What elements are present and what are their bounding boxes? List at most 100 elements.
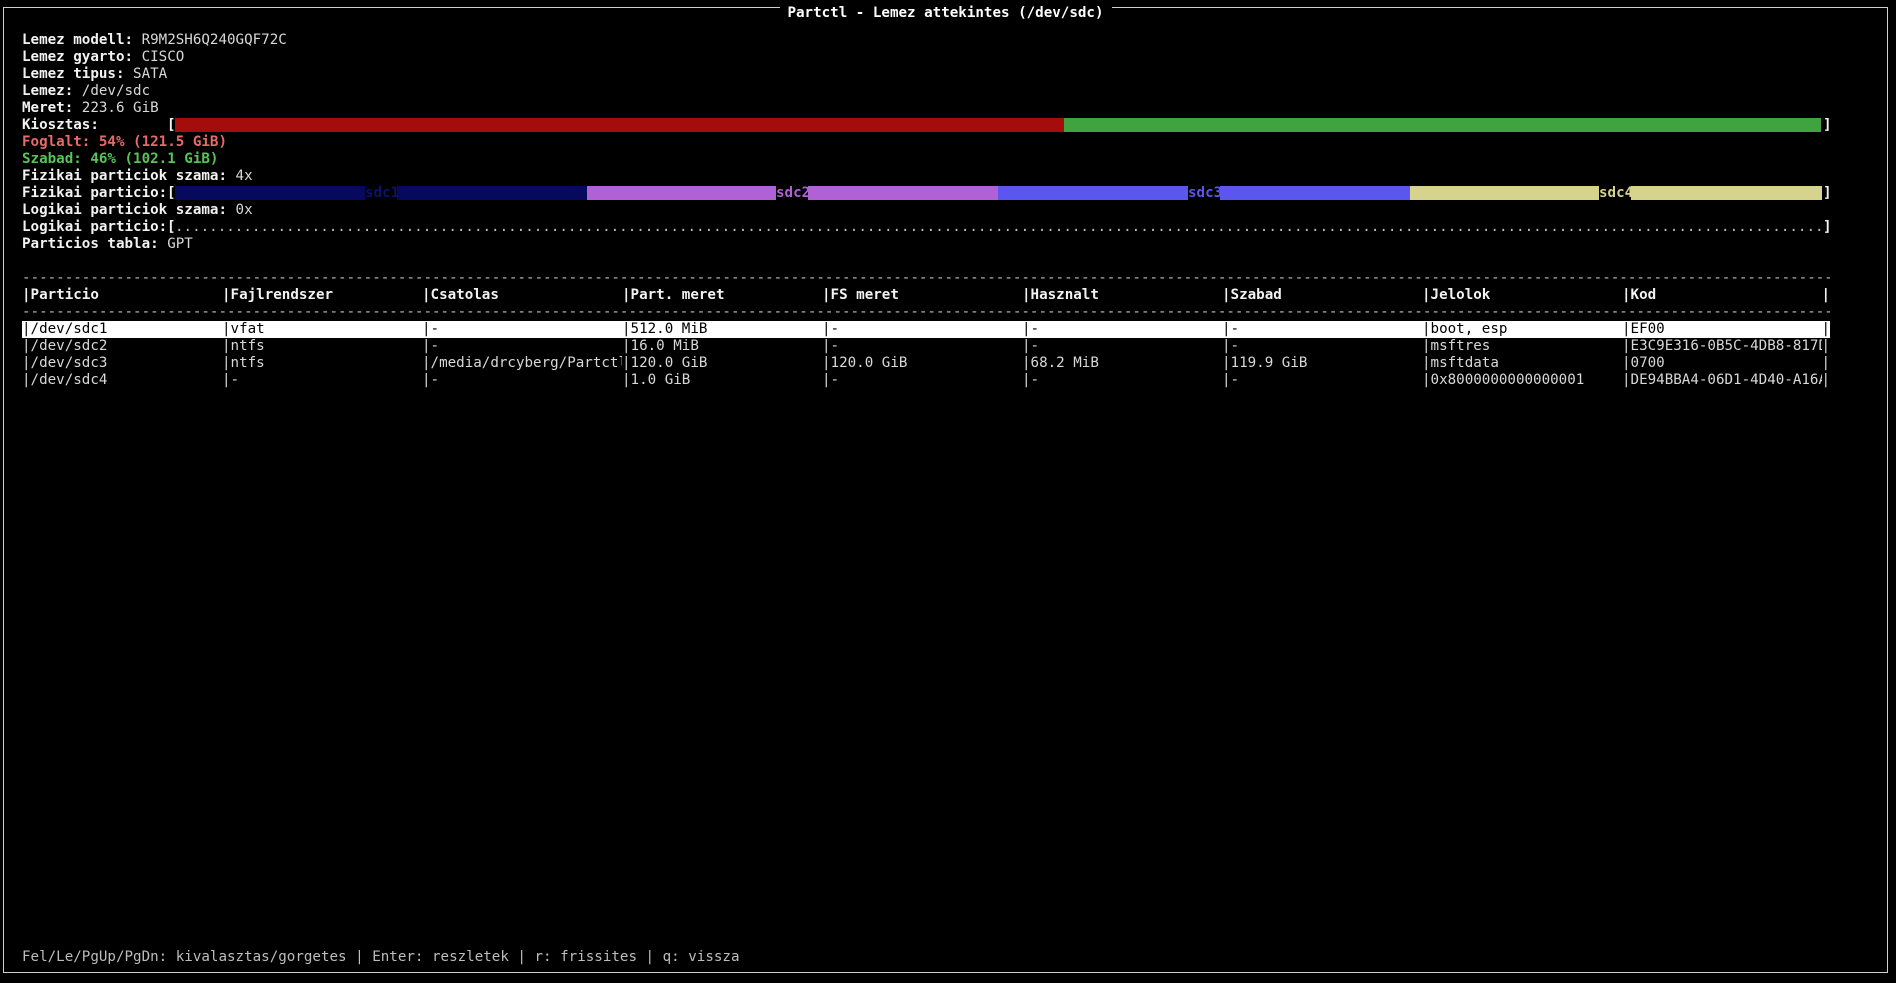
cell-fs-size: |- xyxy=(822,321,840,337)
row-end-marker: | xyxy=(1821,287,1830,303)
cell-partition: |/dev/sdc3 xyxy=(22,355,108,371)
cell-free: |- xyxy=(1222,372,1240,388)
cell-code: |EF00 xyxy=(1622,321,1665,337)
window-title: Partctl - Lemez attekintes (/dev/sdc) xyxy=(779,6,1112,20)
cell-filesystem: |vfat xyxy=(222,321,265,337)
cell-mount: |- xyxy=(422,338,440,354)
table-header-row: |Particio |Fajlrendszer |Csatolas |Part.… xyxy=(22,287,1830,304)
disk-model-line: Lemez modell: R9M2SH6Q240GQF72C xyxy=(22,32,287,49)
cell-filesystem: |- xyxy=(222,372,240,388)
phys-partition-bar: sdc1 sdc2 sdc3 sdc4 xyxy=(175,185,1822,201)
allocation-label: Kiosztas: xyxy=(22,117,99,133)
row-end-marker: | xyxy=(1821,355,1830,371)
disk-vendor-value: CISCO xyxy=(141,49,185,65)
phys-count-value: 4x xyxy=(235,168,253,184)
allocation-used-segment xyxy=(175,118,1064,132)
cell-partition: |/dev/sdc1 xyxy=(22,321,108,337)
disk-type-value: SATA xyxy=(133,66,168,82)
disk-device-line: Lemez: /dev/sdc xyxy=(22,83,150,100)
cell-fs-size: |- xyxy=(822,372,840,388)
cell-filesystem: |ntfs xyxy=(222,338,265,354)
cell-code: |E3C9E316-0B5C-4DB8-817D~ xyxy=(1622,338,1822,354)
disk-size-label: Meret: xyxy=(22,100,74,116)
cell-used: |- xyxy=(1022,338,1040,354)
row-end-marker: | xyxy=(1821,321,1830,337)
table-header-rule: ----------------------------------------… xyxy=(22,304,1830,320)
disk-device-label: Lemez: xyxy=(22,83,74,99)
table-row-sdc4[interactable]: |/dev/sdc4 |- |- |1.0 GiB |- |- |- |0x80… xyxy=(22,372,1830,389)
disk-size-value: 223.6 GiB xyxy=(81,100,159,116)
col-header-flags: |Jelolok xyxy=(1422,287,1491,303)
phys-count-line: Fizikai particiok szama: 4x xyxy=(22,168,253,185)
cell-free: |- xyxy=(1222,338,1240,354)
log-partition-empty-bar: ........................................… xyxy=(175,219,1821,235)
cell-partition: |/dev/sdc2 xyxy=(22,338,108,354)
cell-fs-size: |- xyxy=(822,338,840,354)
col-header-filesystem: |Fajlrendszer xyxy=(222,287,334,303)
partition-label-sdc4: sdc4 xyxy=(1599,185,1634,201)
cell-flags: |0x8000000000000001 xyxy=(1422,372,1585,388)
cell-code: |DE94BBA4-06D1-4D40-A16A~ xyxy=(1622,372,1822,388)
table-row-sdc1[interactable]: |/dev/sdc1 |vfat |- |512.0 MiB |- |- |- … xyxy=(22,321,1830,338)
allocation-bracket-right: ] xyxy=(1823,117,1832,133)
cell-part-size: |120.0 GiB xyxy=(622,355,708,371)
cell-flags: |boot, esp xyxy=(1422,321,1508,337)
row-end-marker: | xyxy=(1821,338,1830,354)
log-count-line: Logikai particiok szama: 0x xyxy=(22,202,253,219)
cell-filesystem: |ntfs xyxy=(222,355,265,371)
disk-device-value: /dev/sdc xyxy=(81,83,151,99)
table-row-sdc3[interactable]: |/dev/sdc3 |ntfs |/media/drcyberg/Partct… xyxy=(22,355,1830,372)
keybinding-hint-bar: Fel/Le/PgUp/PgDn: kivalasztas/gorgetes |… xyxy=(22,949,740,965)
partition-label-sdc2: sdc2 xyxy=(776,185,811,201)
disk-type-label: Lemez tipus: xyxy=(22,66,125,82)
main-window-frame: Partctl - Lemez attekintes (/dev/sdc) xyxy=(3,6,1888,973)
free-text: Szabad: 46% (102.1 GiB) xyxy=(22,151,219,167)
table-top-rule: ----------------------------------------… xyxy=(22,270,1830,286)
cell-fs-size: |120.0 GiB xyxy=(822,355,908,371)
cell-flags: |msftres xyxy=(1422,338,1491,354)
cell-part-size: |1.0 GiB xyxy=(622,372,691,388)
col-header-partition: |Particio xyxy=(22,287,99,303)
cell-part-size: |16.0 MiB xyxy=(622,338,699,354)
allocation-free-segment xyxy=(1064,118,1821,132)
col-header-part-size: |Part. meret xyxy=(622,287,725,303)
disk-vendor-line: Lemez gyarto: CISCO xyxy=(22,49,184,66)
disk-vendor-label: Lemez gyarto: xyxy=(22,49,134,65)
col-header-mount: |Csatolas xyxy=(422,287,499,303)
cell-flags: |msftdata xyxy=(1422,355,1499,371)
phys-bracket-right: ] xyxy=(1823,185,1832,201)
col-header-used: |Hasznalt xyxy=(1022,287,1099,303)
col-header-fs-size: |FS meret xyxy=(822,287,899,303)
cell-used: |- xyxy=(1022,372,1040,388)
row-end-marker: | xyxy=(1821,372,1830,388)
disk-size-line: Meret: 223.6 GiB xyxy=(22,100,159,117)
partition-label-sdc1: sdc1 xyxy=(365,185,400,201)
cell-free: |- xyxy=(1222,321,1240,337)
cell-part-size: |512.0 MiB xyxy=(622,321,708,337)
log-count-label: Logikai particiok szama: xyxy=(22,202,227,218)
partition-label-sdc3: sdc3 xyxy=(1188,185,1223,201)
phys-count-label: Fizikai particiok szama: xyxy=(22,168,227,184)
used-text: Foglalt: 54% (121.5 GiB) xyxy=(22,134,227,150)
table-type-value: GPT xyxy=(167,236,193,252)
cell-code: |0700 xyxy=(1622,355,1665,371)
col-header-free: |Szabad xyxy=(1222,287,1282,303)
cell-used: |- xyxy=(1022,321,1040,337)
allocation-bar xyxy=(175,118,1821,132)
cell-mount: |- xyxy=(422,372,440,388)
cell-used: |68.2 MiB xyxy=(1022,355,1099,371)
cell-mount: |- xyxy=(422,321,440,337)
log-partition-label: Logikai particio: xyxy=(22,219,168,235)
table-type-line: Particios tabla: GPT xyxy=(22,236,193,253)
cell-free: |119.9 GiB xyxy=(1222,355,1308,371)
cell-partition: |/dev/sdc4 xyxy=(22,372,108,388)
table-type-label: Particios tabla: xyxy=(22,236,159,252)
col-header-code: |Kod xyxy=(1622,287,1657,303)
table-row-sdc2[interactable]: |/dev/sdc2 |ntfs |- |16.0 MiB |- |- |- |… xyxy=(22,338,1830,355)
disk-model-value: R9M2SH6Q240GQF72C xyxy=(141,32,287,48)
disk-type-line: Lemez tipus: SATA xyxy=(22,66,167,83)
disk-model-label: Lemez modell: xyxy=(22,32,134,48)
cell-mount: |/media/drcyberg/Partctl xyxy=(422,355,622,371)
log-bracket-right: ] xyxy=(1823,219,1832,235)
log-count-value: 0x xyxy=(235,202,253,218)
